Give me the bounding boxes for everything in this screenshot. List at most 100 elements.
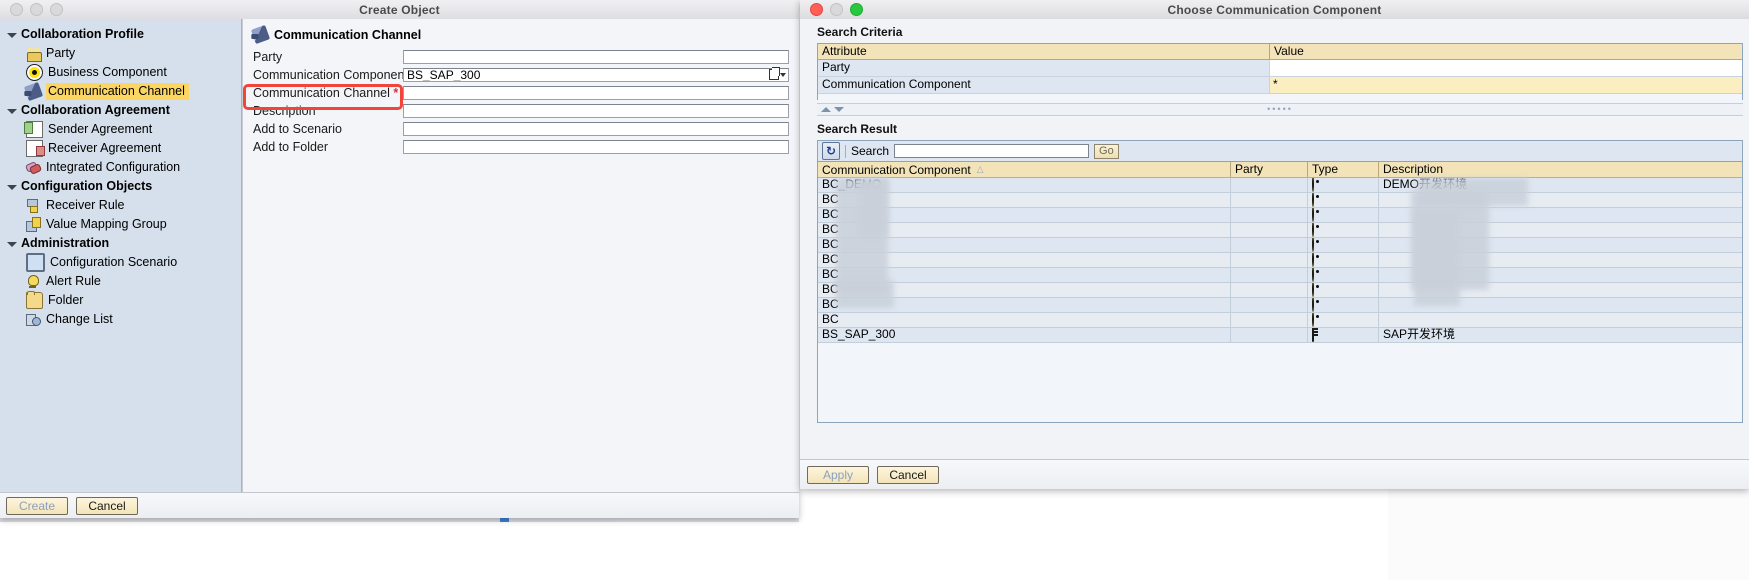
minimize-button-icon[interactable] xyxy=(30,3,43,16)
table-row[interactable]: BC_DEMO DEMO开发环境 xyxy=(818,178,1742,193)
form-heading: Communication Channel xyxy=(243,19,799,48)
form-row-communication-component: Communication Component * xyxy=(243,66,799,83)
splitter-grip-icon[interactable]: ••••• xyxy=(1267,105,1293,114)
window-controls[interactable] xyxy=(0,3,63,16)
cell-party xyxy=(1231,313,1308,327)
tree-item-receiver-agreement[interactable]: Receiver Agreement xyxy=(0,139,241,158)
form-row-add-to-scenario: Add to Scenario xyxy=(243,120,799,137)
cell-party xyxy=(1231,223,1308,237)
communication-channel-input[interactable] xyxy=(403,85,789,100)
cell-type xyxy=(1308,178,1379,192)
choose-window-titlebar[interactable]: Choose Communication Component xyxy=(800,0,1749,20)
search-criteria-col-value[interactable]: Value xyxy=(1270,44,1742,59)
search-input[interactable] xyxy=(894,144,1090,158)
table-row[interactable]: BC xyxy=(818,193,1742,208)
collapse-up-icon[interactable] xyxy=(821,107,831,112)
result-col-description[interactable]: Description xyxy=(1379,162,1742,177)
tree-group-administration[interactable]: Administration xyxy=(0,234,241,253)
cancel-button[interactable]: Cancel xyxy=(877,465,939,484)
tree-group-collaboration-profile[interactable]: Collaboration Profile xyxy=(0,25,241,44)
table-row[interactable]: BC xyxy=(818,268,1742,283)
cell-component: BC xyxy=(818,268,1231,282)
tree-item-alert-rule[interactable]: Alert Rule xyxy=(0,272,241,291)
table-row[interactable]: BC xyxy=(818,283,1742,298)
business-system-icon xyxy=(1312,328,1314,342)
form-row-communication-channel: Communication Channel * xyxy=(243,84,799,101)
tree-item-sender-agreement[interactable]: Sender Agreement xyxy=(0,120,241,139)
table-row[interactable]: BC xyxy=(818,253,1742,268)
tree-group-label: Administration xyxy=(21,236,110,250)
zoom-button-icon[interactable] xyxy=(850,3,863,16)
tree-group-collaboration-agreement[interactable]: Collaboration Agreement xyxy=(0,101,241,120)
table-empty-area xyxy=(818,343,1742,422)
window-controls[interactable] xyxy=(800,3,863,16)
form-heading-label: Communication Channel xyxy=(274,27,422,42)
tree-item-configuration-scenario[interactable]: Configuration Scenario xyxy=(0,253,241,272)
value-help-button[interactable] xyxy=(766,67,788,83)
tree-item-label: Value Mapping Group xyxy=(46,217,167,231)
cancel-button[interactable]: Cancel xyxy=(76,496,138,515)
create-button[interactable]: Create xyxy=(6,496,68,515)
table-row[interactable]: BC xyxy=(818,208,1742,223)
twisty-down-icon[interactable] xyxy=(6,238,18,250)
tree-item-receiver-rule[interactable]: Receiver Rule xyxy=(0,196,241,215)
cell-party xyxy=(1231,178,1308,192)
search-criteria-grid[interactable]: Attribute Value Party Communication Comp… xyxy=(817,43,1743,118)
apply-button[interactable]: Apply xyxy=(807,465,869,484)
zoom-button-icon[interactable] xyxy=(50,3,63,16)
criteria-attribute-party: Party xyxy=(818,60,1270,76)
tree-group-configuration-objects[interactable]: Configuration Objects xyxy=(0,177,241,196)
go-button[interactable]: Go xyxy=(1094,143,1119,159)
search-criteria-row-party[interactable]: Party xyxy=(818,60,1742,77)
add-to-folder-input[interactable] xyxy=(403,139,789,154)
cell-party xyxy=(1231,328,1308,342)
description-input[interactable] xyxy=(403,103,789,118)
add-to-scenario-input[interactable] xyxy=(403,121,789,136)
business-component-icon xyxy=(1312,193,1314,207)
result-col-communication-component[interactable]: Communication Component △ xyxy=(818,162,1231,177)
tree-item-label: Receiver Rule xyxy=(46,198,125,212)
result-col-type[interactable]: Type xyxy=(1308,162,1379,177)
search-result-table[interactable]: Communication Component △ Party Type Desc… xyxy=(817,161,1743,423)
tree-item-folder[interactable]: Folder xyxy=(0,291,241,310)
cell-component: BC xyxy=(818,253,1231,267)
twisty-down-icon[interactable] xyxy=(6,29,18,41)
table-row[interactable]: BC xyxy=(818,298,1742,313)
form-row-add-to-folder: Add to Folder xyxy=(243,138,799,155)
add-to-folder-field-label: Add to Folder xyxy=(253,139,329,154)
twisty-down-icon[interactable] xyxy=(6,105,18,117)
tree-item-business-component[interactable]: Business Component xyxy=(0,63,241,82)
search-criteria-row-communication-component[interactable]: Communication Component * xyxy=(818,77,1742,94)
twisty-down-icon[interactable] xyxy=(6,181,18,193)
tree-item-value-mapping-group[interactable]: Value Mapping Group xyxy=(0,215,241,234)
tree-item-communication-channel[interactable]: Communication Channel xyxy=(0,81,241,102)
party-field-label: Party xyxy=(253,49,283,64)
splitter-arrows[interactable] xyxy=(817,107,844,112)
tree-item-integrated-configuration[interactable]: Integrated Configuration xyxy=(0,158,241,177)
refresh-icon[interactable] xyxy=(822,142,840,160)
cell-description xyxy=(1379,193,1742,207)
panel-splitter[interactable]: ••••• xyxy=(817,103,1743,116)
result-col-party[interactable]: Party xyxy=(1231,162,1308,177)
party-input[interactable] xyxy=(403,49,789,64)
table-row[interactable]: BC xyxy=(818,223,1742,238)
close-button-icon[interactable] xyxy=(810,3,823,16)
tree-item-party[interactable]: Party xyxy=(0,44,241,63)
create-object-form: Communication Channel Party Communicatio… xyxy=(242,19,799,492)
minimize-button-icon[interactable] xyxy=(830,3,843,16)
table-row[interactable]: BC xyxy=(818,313,1742,328)
table-row[interactable]: BC xyxy=(818,238,1742,253)
tree-group-label: Collaboration Profile xyxy=(21,27,144,41)
collapse-down-icon[interactable] xyxy=(834,107,844,112)
criteria-value-party[interactable] xyxy=(1270,60,1742,76)
communication-component-input[interactable] xyxy=(403,67,789,82)
create-object-titlebar[interactable]: Create Object xyxy=(0,0,799,20)
object-type-tree[interactable]: Collaboration Profile Party Business Com… xyxy=(0,19,242,492)
criteria-value-communication-component[interactable]: * xyxy=(1270,77,1742,93)
communication-channel-field-label: Communication Channel * xyxy=(253,85,399,100)
tree-item-change-list[interactable]: Change List xyxy=(0,310,241,329)
search-criteria-col-attribute[interactable]: Attribute xyxy=(818,44,1270,59)
table-row[interactable]: BS_SAP_300 SAP开发环境 xyxy=(818,328,1742,343)
close-button-icon[interactable] xyxy=(10,3,23,16)
business-component-icon xyxy=(1312,238,1314,252)
